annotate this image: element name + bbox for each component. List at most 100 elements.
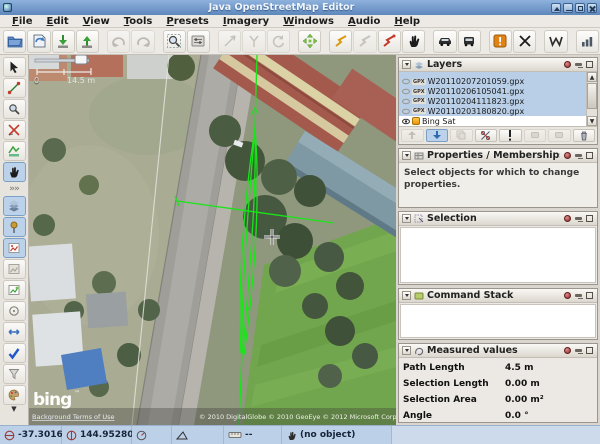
selection-pin-button[interactable] [574,214,583,223]
filter-tool-button[interactable] [3,364,26,384]
preferences-button[interactable] [187,30,210,53]
layers-menu-button[interactable] [402,60,411,69]
car-style-2-button[interactable] [458,30,481,53]
extrude-tool-button[interactable] [3,322,26,342]
scroll-down-icon[interactable]: ▼ [587,116,597,126]
layer-up-button[interactable] [401,129,424,142]
undo-button[interactable] [107,30,130,53]
measured-sticky-button[interactable] [563,346,572,355]
layer-activate-button[interactable] [499,129,522,142]
measured-close-button[interactable] [585,346,594,355]
menu-edit[interactable]: Edit [39,15,75,28]
selection-menu-button[interactable] [402,214,411,223]
layer-visibility-icon[interactable] [402,88,410,95]
command-stack-sticky-button[interactable] [563,291,572,300]
delete-layer-button[interactable] [573,129,596,142]
pan-tool-button[interactable] [3,162,26,182]
wms-plugin-button[interactable] [544,30,567,53]
map-canvas[interactable]: 0 14.5 m bing ™ Background Terms of Use … [29,55,396,425]
merge-tool-button[interactable] [218,30,241,53]
hand-tool-button[interactable] [402,30,425,53]
redo-button[interactable] [131,30,154,53]
photo-layer-gray-button[interactable] [3,259,26,279]
zoom-tool-button[interactable] [3,99,26,119]
scrollbar-thumb[interactable] [587,83,597,109]
delete-button[interactable] [513,30,536,53]
merge-layer-button[interactable] [524,129,547,142]
layer-row[interactable]: GPX W20110203180820.gpx [399,106,586,116]
open-button[interactable] [3,30,26,53]
draw-node-tool-button[interactable] [3,78,26,98]
layer-visibility-icon[interactable] [402,118,410,125]
menu-view[interactable]: View [76,15,117,28]
layers-pin-button[interactable] [574,60,583,69]
properties-menu-button[interactable] [402,151,411,160]
menu-imagery[interactable]: Imagery [216,15,276,28]
delete-tool-button[interactable] [3,120,26,140]
command-stack-list[interactable] [400,304,596,338]
toolbar-scroll-indicator[interactable]: ▼ [11,406,16,412]
layer-visibility-icon[interactable] [402,98,410,105]
menu-audio[interactable]: Audio [341,15,387,28]
more-tools-expander[interactable]: »» [3,183,26,195]
layers-sticky-button[interactable] [563,60,572,69]
fork-tool-button[interactable] [242,30,265,53]
menu-presets[interactable]: Presets [159,15,216,28]
command-stack-close-button[interactable] [585,291,594,300]
refresh-tool-button[interactable] [267,30,290,53]
layer-row[interactable]: GPX W20110204111823.gpx [399,97,586,107]
layers-scrollbar[interactable]: ▲ ▼ [586,72,597,126]
move-mode-button[interactable] [298,30,321,53]
car-style-1-button[interactable] [433,30,456,53]
menu-tools[interactable]: Tools [117,15,160,28]
map-paint-styles-button[interactable] [3,385,26,405]
properties-close-button[interactable] [585,151,594,160]
menu-file[interactable]: File [5,15,39,28]
measured-pin-button[interactable] [574,346,583,355]
gpx-tool-button[interactable] [3,141,26,161]
layer-visibility-icon[interactable] [402,108,410,115]
circle-tool-button[interactable] [3,301,26,321]
shade-window-button[interactable] [551,3,561,13]
terms-of-use-link[interactable]: Background Terms of Use [32,413,115,421]
minimize-button[interactable] [563,3,573,13]
properties-sticky-button[interactable] [563,151,572,160]
layer-row[interactable]: GPX W20110207201059.gpx [399,77,586,87]
download-button[interactable] [52,30,75,53]
layer-visibility-icon[interactable] [402,78,410,85]
upload-button[interactable] [76,30,99,53]
measured-menu-button[interactable] [402,346,411,355]
way-tool-red-button[interactable] [378,30,401,53]
save-button[interactable] [27,30,50,53]
layer-opacity-button[interactable] [475,129,498,142]
duplicate-layer-button[interactable] [450,129,473,142]
layers-close-button[interactable] [585,60,594,69]
menu-help[interactable]: Help [387,15,427,28]
marker-toggle-button[interactable] [3,217,26,237]
validator-check-button[interactable] [3,343,26,363]
command-stack-menu-button[interactable] [402,291,411,300]
maximize-button[interactable] [575,3,585,13]
way-tool-yellow-button[interactable] [329,30,352,53]
zoom-to-selection-button[interactable] [163,30,186,53]
way-tool-gray-button[interactable] [353,30,376,53]
duplicate-2-button[interactable] [548,129,571,142]
layer-row[interactable]: GPX W20110206105041.gpx [399,87,586,97]
select-tool-button[interactable] [3,57,26,77]
properties-pin-button[interactable] [574,151,583,160]
photo-layer-red-button[interactable] [3,238,26,258]
title-bar[interactable]: Java OpenStreetMap Editor [0,0,600,15]
layer-down-button[interactable] [426,129,449,142]
selection-sticky-button[interactable] [563,214,572,223]
close-button[interactable] [587,3,597,13]
imagery-histogram-button[interactable] [576,30,599,53]
validation-warning-button[interactable] [489,30,512,53]
layer-row-bing[interactable]: Bing Sat [399,116,586,126]
command-stack-pin-button[interactable] [574,291,583,300]
menu-windows[interactable]: Windows [276,15,341,28]
selection-close-button[interactable] [585,214,594,223]
layers-toggle-button[interactable] [3,196,26,216]
photo-layer-green-button[interactable] [3,280,26,300]
scroll-up-icon[interactable]: ▲ [587,72,597,82]
selection-list[interactable] [400,227,596,283]
